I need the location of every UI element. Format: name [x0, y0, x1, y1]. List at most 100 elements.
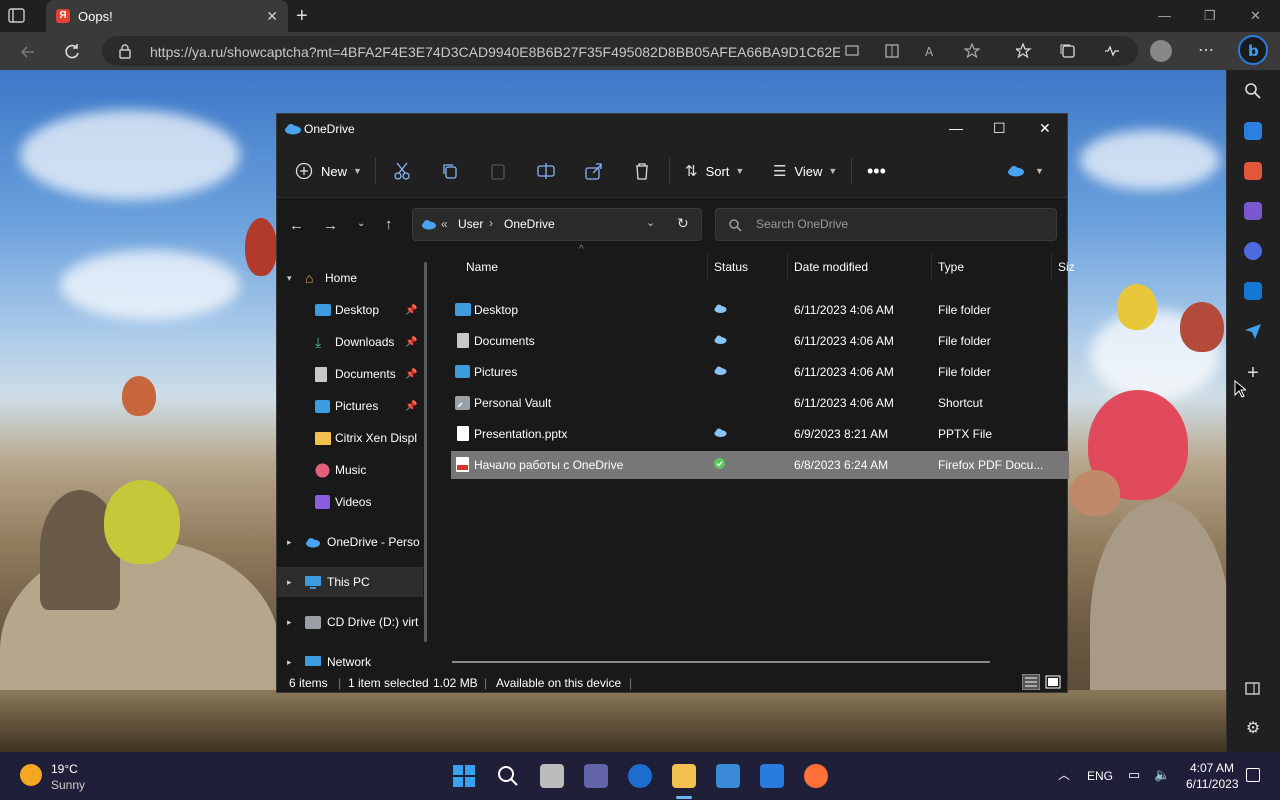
- show-hidden-icons-icon[interactable]: ︿: [1058, 766, 1070, 783]
- restore-icon[interactable]: ❐: [1204, 8, 1216, 24]
- address-box[interactable]: « User › OneDrive ⌄ ↻: [412, 208, 702, 241]
- input-language[interactable]: ENG: [1087, 769, 1113, 783]
- network-icon[interactable]: ▭: [1128, 767, 1140, 783]
- breadcrumb-overflow[interactable]: «: [441, 217, 448, 231]
- expand-chevron-icon[interactable]: ▾: [287, 273, 305, 284]
- add-sidebar-app-icon[interactable]: +: [1244, 363, 1262, 383]
- nav-documents[interactable]: Documents 📌: [277, 359, 423, 389]
- details-view-icon[interactable]: [1022, 674, 1040, 690]
- tab-actions-icon[interactable]: [8, 8, 26, 24]
- copy-icon[interactable]: [441, 161, 459, 181]
- mail-icon[interactable]: [760, 764, 784, 788]
- nav-onedrive[interactable]: ▸ OneDrive - Perso: [277, 527, 423, 557]
- sort-button[interactable]: ⇅ Sort ▼: [685, 161, 744, 181]
- address-dropdown-icon[interactable]: ⌄: [646, 216, 655, 229]
- search-icon[interactable]: [1244, 82, 1262, 100]
- notification-icon[interactable]: [1246, 768, 1260, 782]
- browser-tab[interactable]: Я Oops! ✕: [46, 0, 288, 32]
- explorer-minimize-icon[interactable]: —: [949, 120, 963, 136]
- close-window-icon[interactable]: ✕: [1250, 8, 1261, 24]
- clock-date[interactable]: 6/11/2023: [1186, 777, 1239, 791]
- immersive-reader-icon[interactable]: [884, 43, 900, 59]
- games-icon[interactable]: [1244, 202, 1262, 220]
- firefox-icon[interactable]: [804, 764, 828, 788]
- nav-home[interactable]: ▾ ⌂ Home: [277, 263, 423, 293]
- large-icons-view-icon[interactable]: [1045, 674, 1061, 690]
- back-icon[interactable]: [18, 42, 38, 62]
- search-input[interactable]: Search OneDrive: [715, 208, 1057, 241]
- file-explorer-icon[interactable]: [672, 764, 696, 788]
- column-size[interactable]: Siz: [1058, 260, 1075, 274]
- hide-sidebar-icon[interactable]: [1244, 680, 1262, 698]
- teams-chat-icon[interactable]: [584, 764, 608, 788]
- url-field[interactable]: https://ya.ru/showcaptcha?mt=4BFA2F4E3E7…: [102, 36, 1138, 66]
- share-icon[interactable]: [585, 161, 603, 181]
- column-date-modified[interactable]: Date modified: [794, 260, 868, 274]
- sun-weather-icon[interactable]: [20, 764, 42, 786]
- cut-icon[interactable]: [393, 161, 411, 181]
- new-tab-icon[interactable]: +: [296, 6, 308, 26]
- file-row[interactable]: Pictures 6/11/2023 4:06 AM File folder: [451, 358, 1069, 386]
- nav-cd-drive[interactable]: ▸ CD Drive (D:) virt: [277, 607, 423, 637]
- nav-pictures[interactable]: Pictures 📌: [277, 391, 423, 421]
- copilot-icon[interactable]: [1244, 242, 1262, 260]
- file-row[interactable]: Documents 6/11/2023 4:06 AM File folder: [451, 327, 1069, 355]
- nav-downloads[interactable]: ⤓ Downloads 📌: [277, 327, 423, 357]
- column-name[interactable]: Name: [466, 260, 498, 274]
- shopping-tag-icon[interactable]: [1244, 122, 1262, 140]
- view-button[interactable]: ☰ View ▼: [773, 161, 837, 181]
- app-available-icon[interactable]: [844, 43, 860, 59]
- see-more-icon[interactable]: •••: [867, 161, 886, 181]
- start-windows-icon[interactable]: [452, 764, 476, 788]
- favorites-icon[interactable]: [1016, 43, 1032, 59]
- breadcrumb-onedrive[interactable]: OneDrive: [504, 217, 555, 231]
- file-row-selected[interactable]: Начало работы с OneDrive 6/8/2023 6:24 A…: [451, 451, 1069, 479]
- file-row[interactable]: Desktop 6/11/2023 4:06 AM File folder: [451, 296, 1069, 324]
- expand-chevron-icon[interactable]: ▸: [287, 657, 305, 668]
- nav-music[interactable]: Music: [277, 455, 423, 485]
- favorite-star-icon[interactable]: [964, 43, 980, 59]
- read-aloud-icon[interactable]: A: [924, 43, 940, 59]
- recent-locations-icon[interactable]: ⌄: [357, 218, 365, 229]
- breadcrumb-user[interactable]: User: [458, 217, 483, 231]
- microsoft-store-icon[interactable]: [716, 764, 740, 788]
- taskbar-search-icon[interactable]: [496, 764, 520, 788]
- onedrive-status-button[interactable]: ▼: [1007, 161, 1044, 181]
- nav-desktop[interactable]: Desktop 📌: [277, 295, 423, 325]
- bing-chat-icon[interactable]: b: [1238, 35, 1268, 65]
- refresh-folder-icon[interactable]: ↻: [677, 215, 689, 232]
- expand-chevron-icon[interactable]: ▸: [287, 577, 305, 588]
- refresh-icon[interactable]: [62, 42, 82, 62]
- profile-avatar[interactable]: [1150, 40, 1172, 62]
- column-type[interactable]: Type: [938, 260, 964, 274]
- nav-videos[interactable]: Videos: [277, 487, 423, 517]
- tools-briefcase-icon[interactable]: [1244, 162, 1262, 180]
- rename-icon[interactable]: [537, 161, 555, 181]
- explorer-close-icon[interactable]: ✕: [1039, 120, 1051, 137]
- task-view-icon[interactable]: [540, 764, 564, 788]
- collections-icon[interactable]: [1060, 43, 1076, 59]
- weather-temp[interactable]: 19°C: [51, 762, 78, 776]
- explorer-maximize-icon[interactable]: ☐: [993, 120, 1006, 137]
- sidebar-settings-icon[interactable]: ⚙: [1244, 720, 1262, 738]
- outlook-icon[interactable]: [1244, 282, 1262, 300]
- performance-icon[interactable]: [1104, 43, 1120, 59]
- expand-chevron-icon[interactable]: ▸: [287, 537, 305, 548]
- back-arrow-icon[interactable]: ←: [289, 217, 304, 234]
- lock-icon[interactable]: [118, 43, 132, 59]
- forward-arrow-icon[interactable]: →: [323, 217, 338, 234]
- horizontal-scrollbar[interactable]: [452, 661, 990, 663]
- weather-condition[interactable]: Sunny: [51, 778, 85, 792]
- nav-this-pc[interactable]: ▸ This PC: [277, 567, 423, 597]
- tab-close-icon[interactable]: ✕: [266, 8, 278, 25]
- delete-icon[interactable]: [633, 161, 651, 181]
- clock-time[interactable]: 4:07 AM: [1190, 761, 1234, 775]
- send-icon[interactable]: [1244, 322, 1262, 340]
- edge-browser-icon[interactable]: [628, 764, 652, 788]
- paste-icon[interactable]: [489, 161, 507, 181]
- file-row[interactable]: Presentation.pptx 6/9/2023 8:21 AM PPTX …: [451, 420, 1069, 448]
- new-button[interactable]: New ▼: [295, 161, 362, 181]
- nav-citrix[interactable]: Citrix Xen Displ: [277, 423, 423, 453]
- expand-chevron-icon[interactable]: ▸: [287, 617, 305, 628]
- navigation-scrollbar[interactable]: [424, 262, 427, 642]
